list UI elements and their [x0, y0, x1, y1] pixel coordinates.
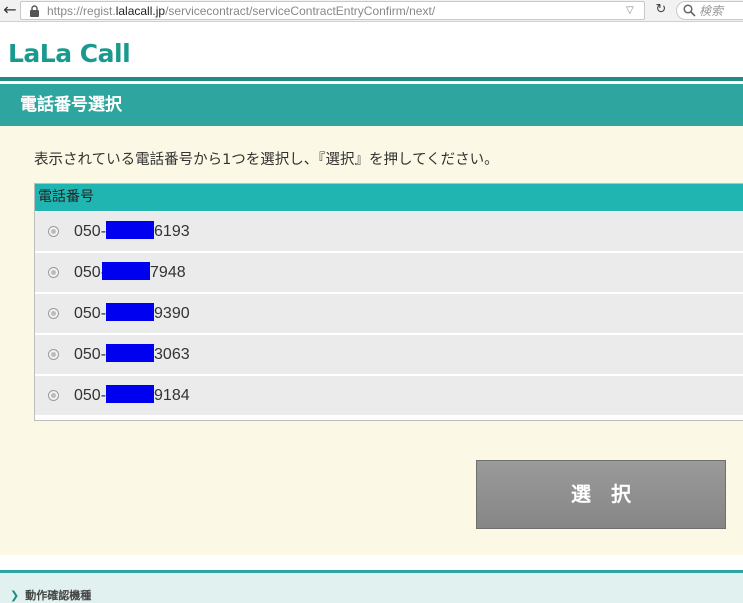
phone-prefix: 050- [74, 387, 107, 404]
phone-suffix: 9390 [154, 305, 190, 322]
phone-number: 050- 6193 [74, 221, 190, 242]
redaction-mark [102, 262, 151, 280]
radio-button[interactable] [48, 349, 59, 360]
phone-prefix: 050- [74, 305, 107, 322]
lalacall-logo[interactable]: LaLa Call [8, 39, 131, 69]
url-path: /servicecontract/serviceContractEntryCon… [165, 4, 436, 18]
main-content: 表示されている電話番号から1つを選択し、『選択』を押してください。 電話番号 0… [0, 126, 743, 555]
phone-number-table: 電話番号 050- 6193 050- 7948 050- 9390 050- 3063… [34, 183, 743, 421]
browser-toolbar: ← https://regist.lalacall.jp/servicecont… [0, 0, 743, 22]
redaction-mark [106, 303, 155, 321]
phone-option-row[interactable]: 050- 7948 [35, 253, 743, 292]
phone-option-row[interactable]: 050- 3063 [35, 335, 743, 374]
radio-button[interactable] [48, 267, 59, 278]
column-header-phone: 電話番号 [38, 189, 94, 205]
url-text: https://regist.lalacall.jp/servicecontra… [47, 3, 435, 19]
lock-icon [30, 5, 39, 17]
redaction-mark [106, 344, 155, 362]
supported-devices-label: 動作確認機種 [25, 589, 92, 602]
phone-suffix: 6193 [154, 223, 190, 240]
phone-option-row[interactable]: 050- 9184 [35, 376, 743, 415]
footer-spacer [0, 555, 743, 570]
search-icon [683, 4, 696, 17]
page-title-bar: 電話番号選択 [0, 84, 743, 126]
phone-number: 050- 9184 [74, 385, 190, 406]
search-placeholder: 検索 [699, 4, 724, 18]
phone-number: 050- 9390 [74, 303, 190, 324]
chevron-right-icon: ❯ [10, 589, 20, 602]
radio-button[interactable] [48, 308, 59, 319]
redaction-mark [106, 385, 155, 403]
redaction-mark [106, 221, 155, 239]
table-header: 電話番号 [35, 184, 743, 211]
instruction-text: 表示されている電話番号から1つを選択し、『選択』を押してください。 [34, 152, 499, 168]
reload-icon[interactable]: ↻ [648, 1, 674, 20]
footer: ❯ 動作確認機種 [0, 573, 743, 603]
radio-button[interactable] [48, 226, 59, 237]
phone-suffix: 7948 [150, 264, 186, 281]
phone-option-row[interactable]: 050- 9390 [35, 294, 743, 333]
phone-suffix: 3063 [154, 346, 190, 363]
url-prefix: https://regist. [47, 4, 116, 18]
phone-number: 050- 3063 [74, 344, 190, 365]
back-arrow-icon[interactable]: ← [0, 0, 20, 21]
url-domain: lalacall.jp [115, 4, 166, 18]
page-title: 電話番号選択 [20, 95, 122, 115]
phone-option-row[interactable]: 050- 6193 [35, 212, 743, 251]
phone-number: 050- 7948 [74, 262, 186, 283]
phone-prefix: 050- [74, 223, 107, 240]
radio-button[interactable] [48, 390, 59, 401]
header-divider [0, 77, 743, 81]
select-button[interactable]: 選択 [476, 460, 726, 529]
phone-suffix: 9184 [154, 387, 190, 404]
site-header: LaLa Call [0, 22, 743, 77]
address-bar[interactable]: https://regist.lalacall.jp/servicecontra… [20, 1, 645, 20]
phone-prefix: 050- [74, 346, 107, 363]
supported-devices-link[interactable]: ❯ 動作確認機種 [10, 589, 91, 603]
search-input[interactable]: 検索 [676, 1, 743, 20]
url-dropdown-icon[interactable]: ▽ [626, 3, 634, 19]
